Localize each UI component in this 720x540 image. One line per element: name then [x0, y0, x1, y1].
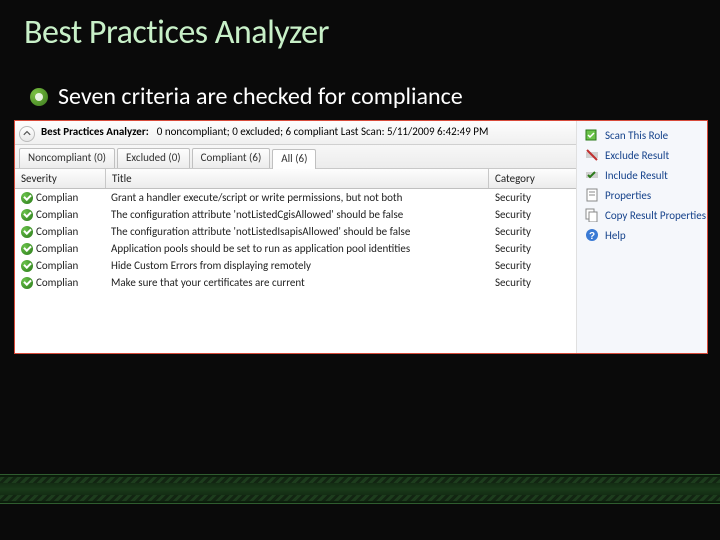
- cell-category: Security: [489, 275, 576, 290]
- cell-title: The configuration attribute 'notListedCg…: [105, 207, 489, 222]
- cell-severity: Complian: [15, 275, 105, 290]
- props-icon: [585, 188, 599, 202]
- cell-severity: Complian: [15, 190, 105, 205]
- result-rows: ComplianGrant a handler execute/script o…: [15, 189, 576, 353]
- col-category[interactable]: Category: [489, 169, 576, 188]
- actions-pane: Scan This Role Exclude Result Include Resu…: [577, 121, 707, 353]
- table-row[interactable]: ComplianThe configuration attribute 'not…: [15, 223, 576, 240]
- tab-3[interactable]: All (6): [272, 149, 316, 169]
- action-props[interactable]: Properties: [577, 185, 707, 205]
- action-label: Properties: [605, 189, 651, 202]
- cell-title: Hide Custom Errors from displaying remot…: [105, 258, 489, 273]
- include-icon: [585, 168, 599, 182]
- check-icon: [21, 260, 33, 272]
- action-scan[interactable]: Scan This Role: [577, 125, 707, 145]
- action-label: Help: [605, 229, 626, 242]
- check-icon: [21, 209, 33, 221]
- table-row[interactable]: ComplianThe configuration attribute 'not…: [15, 206, 576, 223]
- panel-header-status: 0 noncompliant; 0 excluded; 6 compliant …: [157, 125, 489, 138]
- cell-category: Security: [489, 224, 576, 239]
- panel-header: Best Practices Analyzer: 0 noncompliant;…: [15, 121, 576, 145]
- action-help[interactable]: ? Help: [577, 225, 707, 245]
- action-label: Scan This Role: [605, 129, 668, 142]
- help-icon: ?: [585, 228, 599, 242]
- table-row[interactable]: ComplianHide Custom Errors from displayi…: [15, 257, 576, 274]
- check-icon: [21, 226, 33, 238]
- action-label: Include Result: [605, 169, 668, 182]
- cell-title: Make sure that your certificates are cur…: [105, 275, 489, 290]
- slide-title: Best Practices Analyzer: [24, 12, 329, 53]
- slide: Best Practices Analyzer Seven criteria a…: [0, 0, 720, 540]
- cell-category: Security: [489, 207, 576, 222]
- scan-icon: [585, 128, 599, 142]
- cell-title: The configuration attribute 'notListedIs…: [105, 224, 489, 239]
- column-headers: Severity Title Category: [15, 169, 576, 189]
- action-label: Exclude Result: [605, 149, 669, 162]
- bpa-main: Best Practices Analyzer: 0 noncompliant;…: [15, 121, 577, 353]
- check-icon: [21, 277, 33, 289]
- exclude-icon: [585, 148, 599, 162]
- bullet-row: Seven criteria are checked for complianc…: [30, 82, 463, 111]
- action-include[interactable]: Include Result: [577, 165, 707, 185]
- table-row[interactable]: ComplianMake sure that your certificates…: [15, 274, 576, 291]
- table-row[interactable]: ComplianApplication pools should be set …: [15, 240, 576, 257]
- cell-severity: Complian: [15, 258, 105, 273]
- panel-header-label: Best Practices Analyzer:: [41, 125, 149, 138]
- action-exclude[interactable]: Exclude Result: [577, 145, 707, 165]
- cell-severity: Complian: [15, 241, 105, 256]
- action-copy[interactable]: Copy Result Properties: [577, 205, 707, 225]
- bullet-icon: [30, 88, 48, 106]
- action-label: Copy Result Properties: [605, 209, 706, 222]
- cell-severity: Complian: [15, 207, 105, 222]
- copy-icon: [585, 208, 599, 222]
- tab-1[interactable]: Excluded (0): [117, 148, 190, 168]
- collapse-toggle-icon[interactable]: [19, 126, 35, 142]
- cell-severity: Complian: [15, 224, 105, 239]
- cell-title: Grant a handler execute/script or write …: [105, 190, 489, 205]
- slide-footer-band: [0, 474, 720, 504]
- svg-text:?: ?: [589, 231, 595, 242]
- check-icon: [21, 243, 33, 255]
- cell-category: Security: [489, 258, 576, 273]
- cell-title: Application pools should be set to run a…: [105, 241, 489, 256]
- table-row[interactable]: ComplianGrant a handler execute/script o…: [15, 189, 576, 206]
- col-title[interactable]: Title: [106, 169, 489, 188]
- col-severity[interactable]: Severity: [15, 169, 106, 188]
- tab-2[interactable]: Compliant (6): [192, 148, 271, 168]
- check-icon: [21, 192, 33, 204]
- bpa-panel: Best Practices Analyzer: 0 noncompliant;…: [14, 120, 708, 354]
- cell-category: Security: [489, 190, 576, 205]
- tab-0[interactable]: Noncompliant (0): [19, 148, 115, 168]
- cell-category: Security: [489, 241, 576, 256]
- bullet-text: Seven criteria are checked for complianc…: [58, 82, 463, 111]
- tab-strip: Noncompliant (0)Excluded (0)Compliant (6…: [15, 145, 576, 169]
